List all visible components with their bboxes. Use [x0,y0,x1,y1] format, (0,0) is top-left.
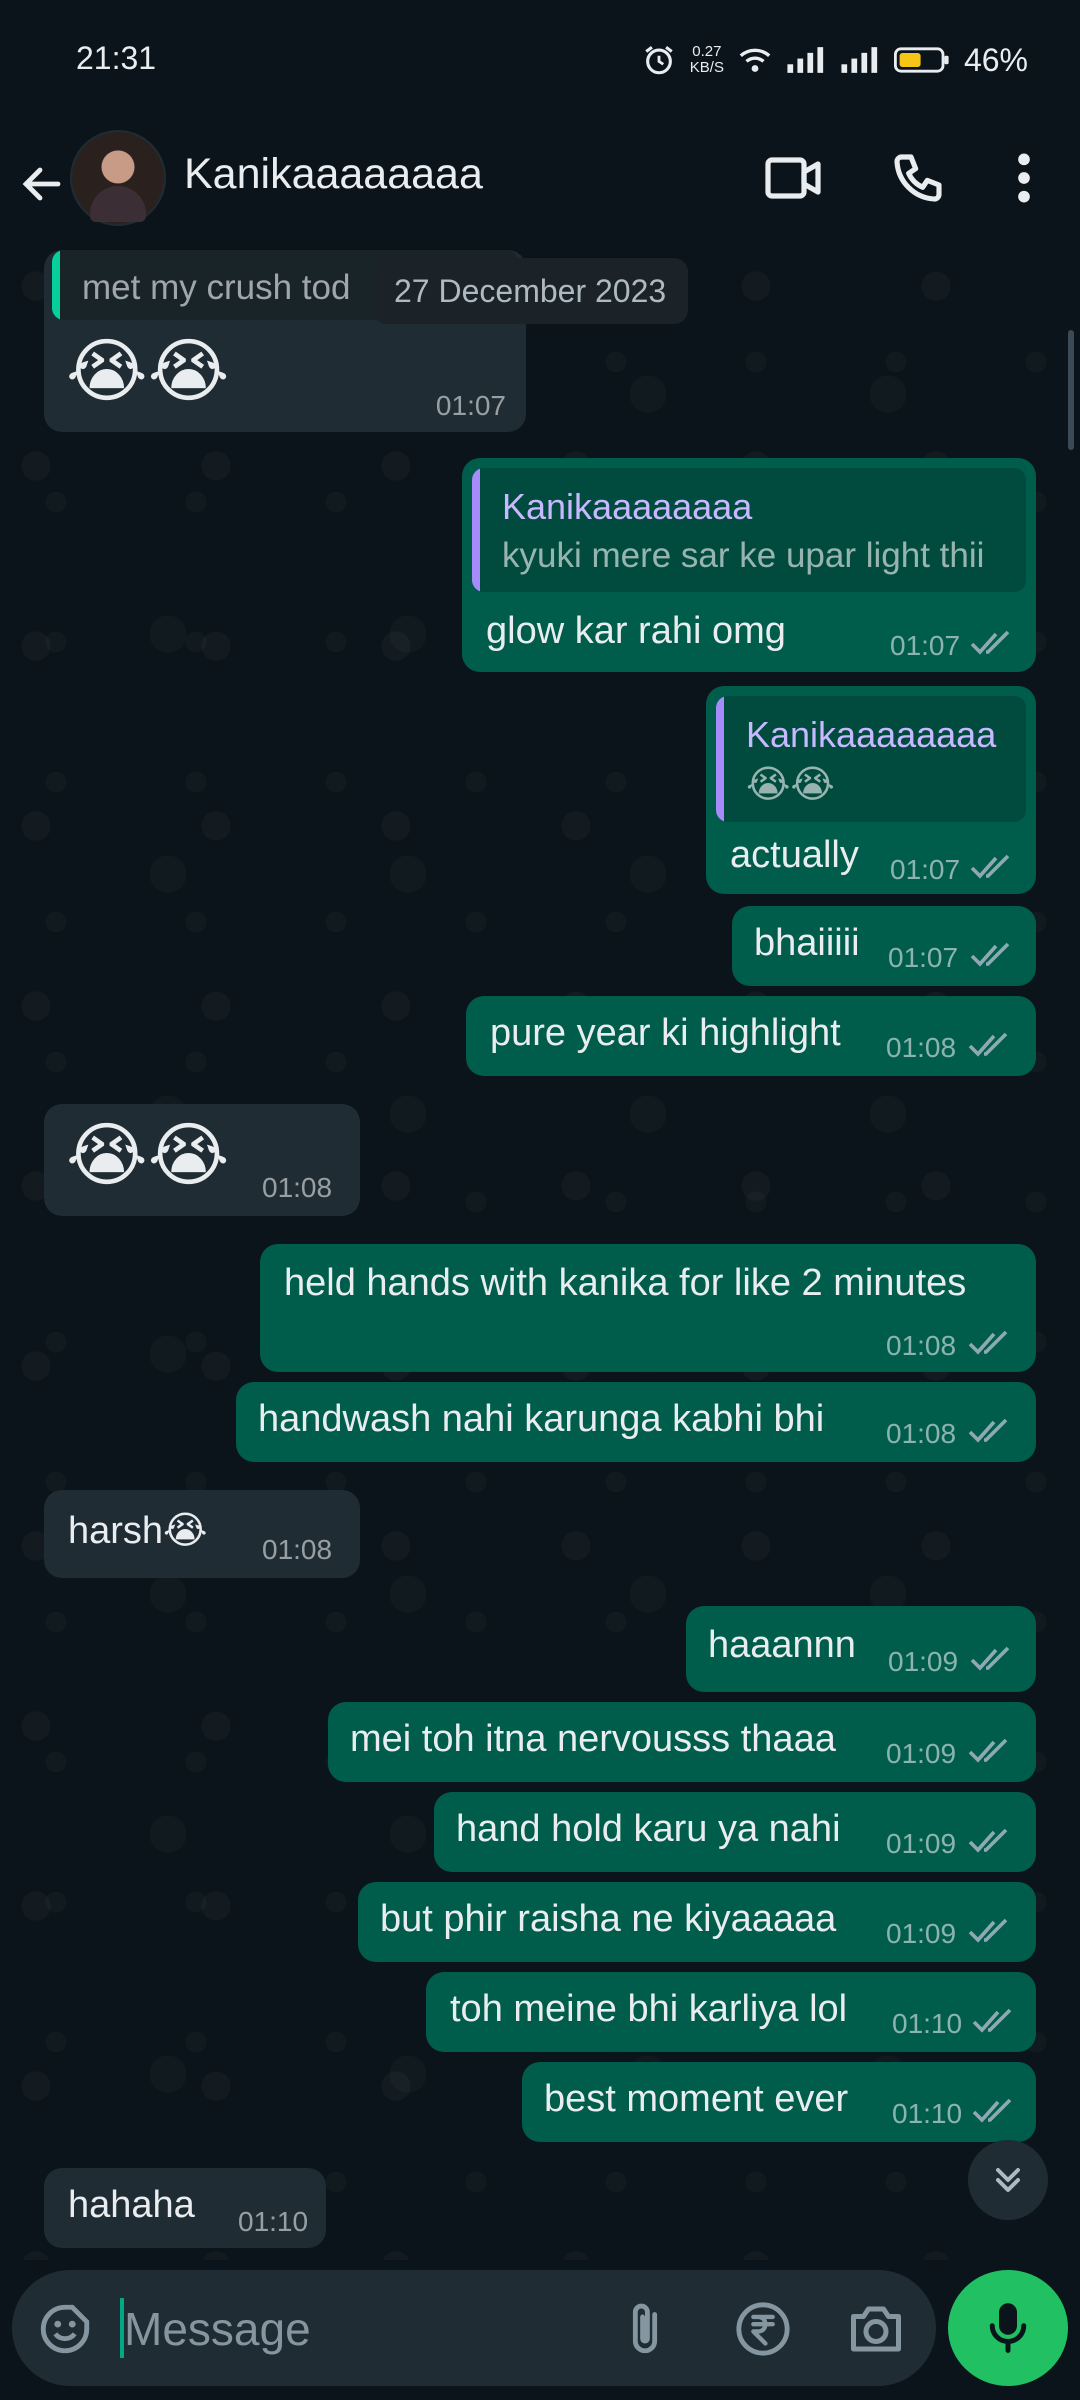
signal-icon [787,47,824,73]
message-time: 01:08 [262,1172,333,1203]
battery-icon [893,47,949,73]
message-text: haaannn [708,1624,856,1666]
message-outgoing[interactable]: held hands with kanika for like 2 minute… [260,1244,1036,1372]
quoted-message[interactable]: Kanikaaaaaaaa kyuki mere sar ke upar lig… [472,468,1026,592]
double-tick-icon [972,2008,1012,2033]
message-time: 01:08 [262,1534,333,1565]
message-text: hahaha [68,2184,195,2226]
quote-bar [716,696,724,822]
quote-text: kyuki mere sar ke upar light thii [502,536,985,575]
sticker-icon[interactable] [36,2300,94,2358]
message-text: 😭😭 [66,332,230,410]
mic-icon [989,2303,1027,2353]
message-time: 01:10 [892,2098,963,2129]
double-tick-icon [970,630,1010,655]
message-time: 01:08 [886,1418,957,1449]
status-icons: 0.27 KB/S 46% [642,40,1028,80]
message-time: 01:09 [888,1646,959,1677]
contact-name[interactable]: Kanikaaaaaaaa [184,150,483,199]
message-text: but phir raisha ne kiyaaaaa [380,1898,837,1940]
message-text: best moment ever [544,2078,849,2120]
message-time: 01:07 [435,390,506,421]
double-tick-icon [972,2098,1012,2123]
scroll-to-bottom-button[interactable] [968,2140,1048,2220]
double-tick-icon [968,1032,1008,1057]
double-tick-icon [968,1418,1008,1443]
double-tick-icon [970,854,1010,879]
message-incoming[interactable]: 😭😭 01:08 [44,1104,360,1216]
double-tick-icon [968,1918,1008,1943]
message-outgoing[interactable]: haaannn 01:09 [686,1606,1036,1692]
back-arrow-icon[interactable] [18,156,66,212]
message-text: toh meine bhi karliya lol [450,1988,848,2030]
scrollbar[interactable] [1068,330,1074,450]
quoted-message[interactable]: Kanikaaaaaaaa 😭😭 [716,696,1026,822]
message-outgoing[interactable]: handwash nahi karunga kabhi bhi 01:08 [236,1382,1036,1462]
signal-icon [841,47,878,73]
message-outgoing[interactable]: mei toh itna nervousss thaaa 01:09 [328,1702,1036,1782]
message-text: mei toh itna nervousss thaaa [350,1718,836,1760]
status-time: 21:31 [76,40,157,76]
attach-icon[interactable] [620,2300,670,2358]
quote-author: Kanikaaaaaaaa [746,714,997,755]
message-outgoing[interactable]: toh meine bhi karliya lol 01:10 [426,1972,1036,2052]
camera-icon[interactable] [846,2300,906,2358]
quote-author: Kanikaaaaaaaa [502,486,753,527]
message-text: handwash nahi karunga kabhi bhi [258,1398,825,1440]
message-text: 😭😭 [66,1116,230,1194]
message-input[interactable]: Message [124,2302,311,2356]
avatar[interactable] [70,130,166,226]
double-tick-icon [968,1738,1008,1763]
message-text: harsh😭 [68,1510,208,1552]
message-time: 01:10 [892,2008,963,2039]
status-bar: 21:31 0.27 KB/S 46% [0,0,1080,122]
message-incoming[interactable]: harsh😭 01:08 [44,1490,360,1578]
message-outgoing[interactable]: but phir raisha ne kiyaaaaa 01:09 [358,1882,1036,1962]
message-incoming[interactable]: hahaha 01:10 [44,2168,326,2248]
message-time: 01:07 [890,630,961,661]
message-outgoing[interactable]: Kanikaaaaaaaa 😭😭 actually 01:07 [706,686,1036,894]
more-vert-icon[interactable] [1008,150,1040,206]
video-call-icon[interactable] [764,150,824,206]
message-text: actually [730,834,859,876]
message-time: 01:07 [890,854,961,885]
date-chip: 27 December 2023 [372,258,689,324]
message-outgoing[interactable]: pure year ki highlight 01:08 [466,996,1036,1076]
speed-value: 0.27 [692,43,722,60]
wifi-icon [739,48,771,72]
message-text: pure year ki highlight [490,1012,841,1054]
message-outgoing[interactable]: best moment ever 01:10 [522,2062,1036,2142]
message-time: 01:08 [886,1032,957,1063]
double-tick-icon [970,1646,1010,1671]
quote-bar [472,468,480,592]
message-time: 01:09 [886,1738,957,1769]
message-time: 01:09 [886,1828,957,1859]
speed-unit: KB/S [689,59,724,76]
message-text: bhaiiiii [754,922,860,964]
double-tick-icon [968,1330,1008,1355]
rupee-icon[interactable] [734,2300,792,2358]
message-text: hand hold karu ya nahi [456,1808,841,1850]
message-time: 01:10 [238,2206,309,2237]
chevron-double-down-icon [996,2168,1020,2192]
battery-percent: 46% [963,41,1028,78]
network-speed: 0.27 KB/S [690,44,724,76]
message-outgoing[interactable]: bhaiiiii 01:07 [732,906,1036,986]
message-time: 01:09 [886,1918,957,1949]
alarm-icon [645,46,673,75]
double-tick-icon [968,1828,1008,1853]
message-outgoing[interactable]: hand hold karu ya nahi 01:09 [434,1792,1036,1872]
quote-text: met my crush tod [82,268,351,307]
message-time: 01:07 [888,942,959,973]
message-outgoing[interactable]: Kanikaaaaaaaa kyuki mere sar ke upar lig… [462,458,1036,672]
quote-bar [52,250,60,320]
mic-button[interactable] [948,2270,1068,2386]
message-time: 01:08 [886,1330,957,1361]
message-text: held hands with kanika for like 2 minute… [284,1262,967,1304]
double-tick-icon [970,942,1010,967]
quote-text: 😭😭 [746,764,835,806]
message-text: glow kar rahi omg [486,610,786,652]
phone-icon[interactable] [890,150,946,206]
